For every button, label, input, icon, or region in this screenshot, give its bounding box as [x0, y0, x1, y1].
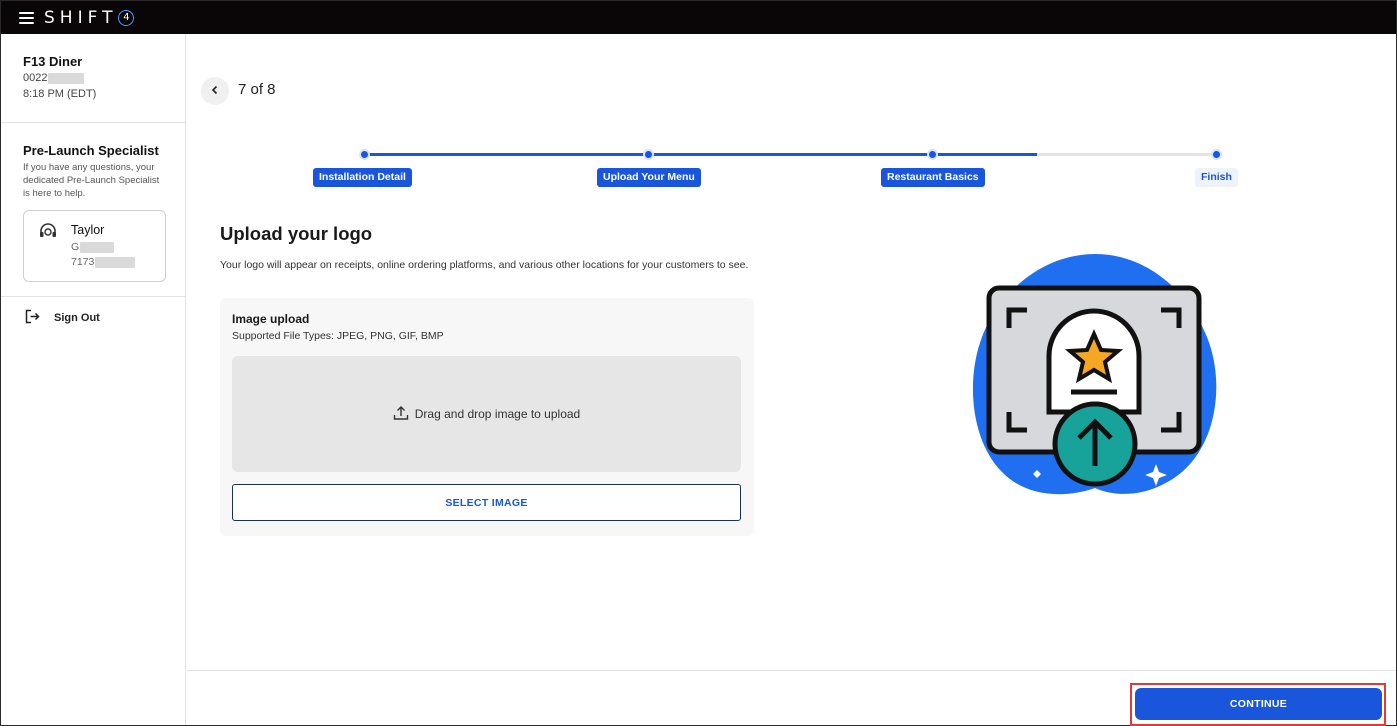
sign-out-label: Sign Out: [54, 312, 100, 324]
continue-button[interactable]: CONTINUE: [1135, 688, 1382, 720]
step-dot-4: [1211, 149, 1222, 160]
step-dot-2: [643, 149, 654, 160]
specialist-name: Taylor: [71, 223, 105, 237]
sign-out-icon: [25, 309, 54, 327]
logo-upload-illustration: [967, 252, 1227, 517]
step-installation-detail[interactable]: Installation Detail: [313, 168, 412, 187]
store-id: 0022: [23, 72, 185, 84]
hamburger-icon[interactable]: [19, 11, 34, 24]
store-time: 8:18 PM (EDT): [23, 88, 97, 100]
redacted-block: [95, 256, 136, 268]
brand-wordmark: SHIFT: [44, 7, 118, 28]
store-info: F13 Diner 0022 8:18 PM (EDT): [1, 34, 185, 123]
redacted-block: [48, 72, 85, 84]
main-content: 7 of 8 Installation Detail Upload Your M…: [187, 34, 1396, 670]
redacted-block: [80, 241, 115, 253]
brand-logo[interactable]: SHIFT 4: [44, 7, 135, 28]
sidebar: F13 Diner 0022 8:18 PM (EDT) Pre-Launch …: [1, 34, 186, 725]
specialist-title: Pre-Launch Specialist: [23, 143, 159, 158]
store-id-text: 0022: [23, 72, 48, 84]
step-dot-1: [359, 149, 370, 160]
page-description: Your logo will appear on receipts, onlin…: [220, 259, 749, 271]
image-upload-card: Image upload Supported File Types: JPEG,…: [220, 298, 754, 536]
page-title: Upload your logo: [220, 223, 373, 244]
step-restaurant-basics[interactable]: Restaurant Basics: [881, 168, 985, 187]
image-dropzone[interactable]: Drag and drop image to upload: [232, 356, 741, 472]
specialist-line-2-text: 7173: [71, 256, 95, 268]
sign-out-button[interactable]: Sign Out: [1, 297, 185, 327]
upload-title: Image upload: [232, 312, 310, 326]
specialist-description: If you have any questions, your dedicate…: [23, 162, 160, 199]
step-dot-3: [927, 149, 938, 160]
specialist-line-1: G: [71, 241, 115, 253]
app-window: SHIFT 4 F13 Diner 0022 8:18 PM (EDT) Pre…: [0, 0, 1397, 726]
step-counter: 7 of 8: [238, 81, 276, 98]
dropzone-label: Drag and drop image to upload: [414, 407, 581, 421]
step-finish[interactable]: Finish: [1195, 168, 1238, 187]
select-image-button[interactable]: SELECT IMAGE: [232, 484, 741, 521]
chevron-left-icon: [210, 82, 220, 100]
footer-bar: CONTINUE: [187, 670, 1396, 726]
back-button[interactable]: [201, 77, 229, 105]
brand-mark: 4: [118, 9, 135, 26]
upload-icon: [393, 405, 415, 424]
step-upload-your-menu[interactable]: Upload Your Menu: [597, 168, 701, 187]
supported-file-types: Supported File Types: JPEG, PNG, GIF, BM…: [232, 330, 444, 342]
top-bar: SHIFT 4: [1, 1, 1396, 34]
specialist-line-2: 7173: [71, 256, 136, 268]
specialist-card: Taylor G 7173: [23, 210, 166, 282]
progress-stepper: Installation Detail Upload Your Menu Res…: [187, 146, 1396, 196]
specialist-line-1-text: G: [71, 241, 80, 253]
specialist-section: Pre-Launch Specialist If you have any qu…: [1, 123, 185, 297]
headset-icon: [38, 222, 58, 247]
store-name: F13 Diner: [23, 54, 83, 69]
